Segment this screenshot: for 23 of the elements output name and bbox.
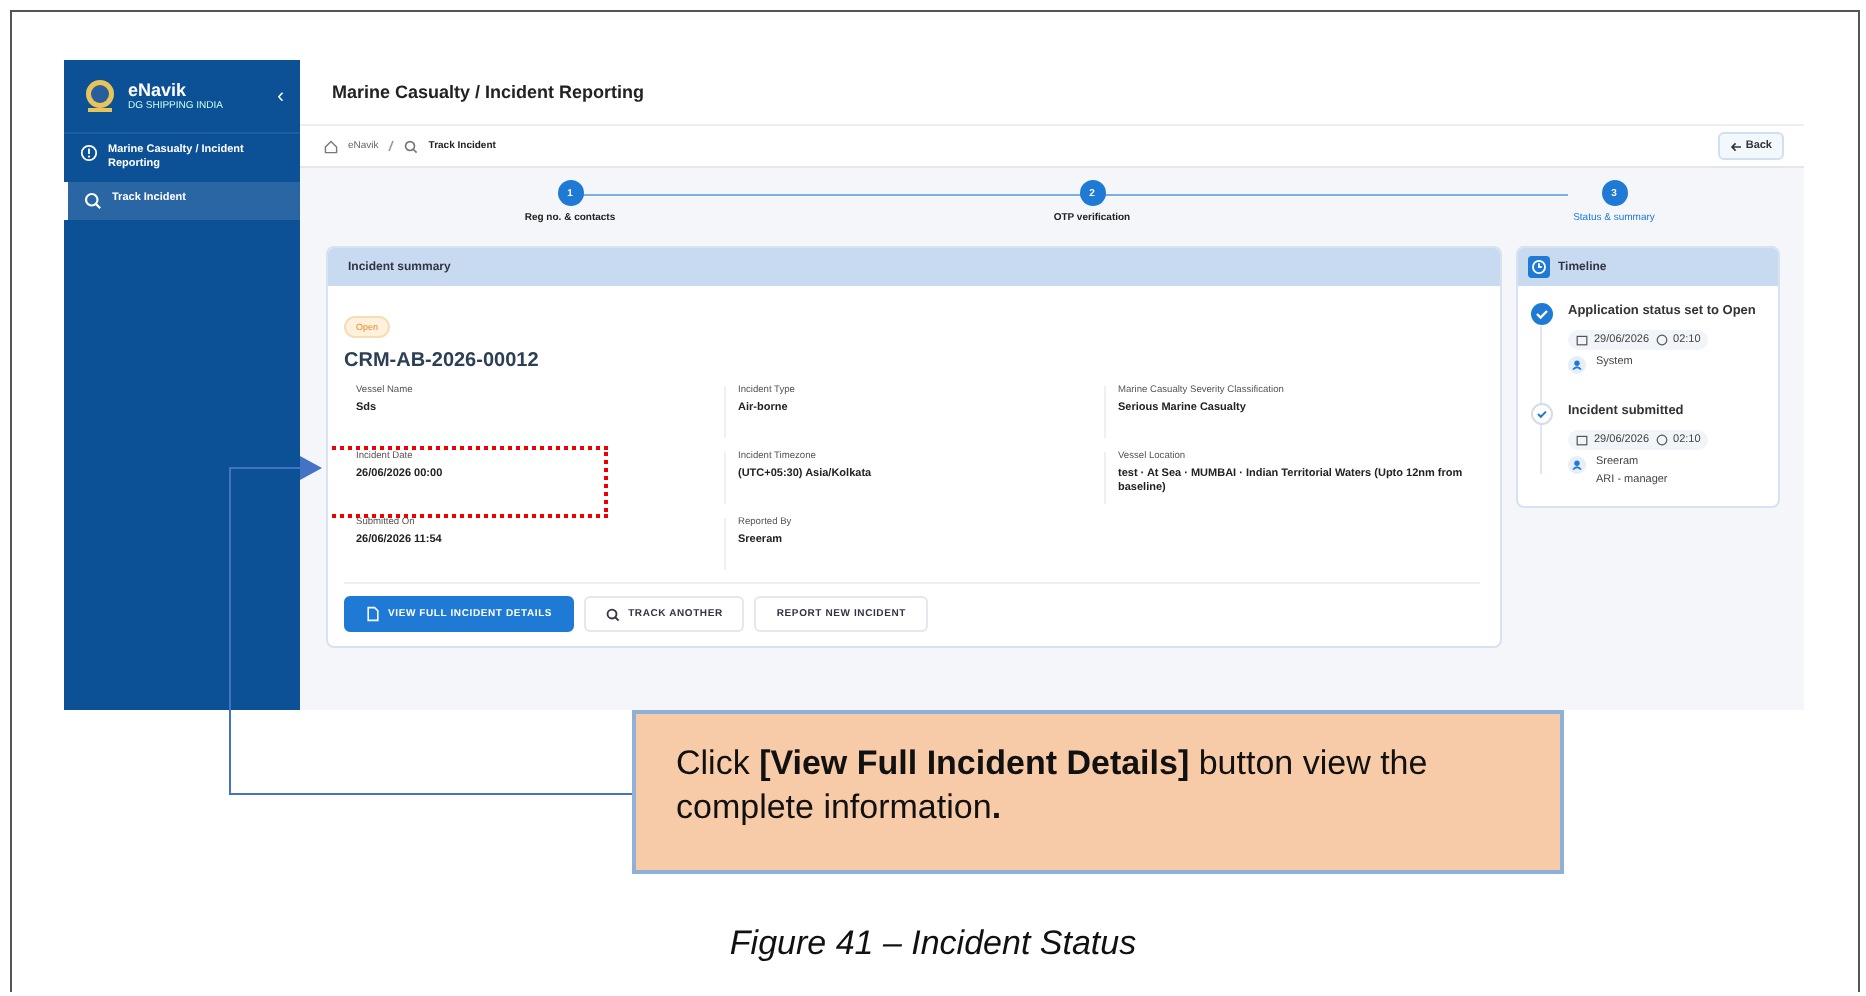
user-icon [1568, 356, 1586, 374]
arrow-icon [1729, 141, 1742, 151]
user-icon [1568, 456, 1586, 474]
brand-name: eNavik [128, 80, 189, 100]
figure-caption: Figure 41 – Incident Status [729, 924, 1137, 962]
clock-icon [1655, 434, 1668, 446]
document-icon [366, 606, 380, 622]
clock-icon [1528, 256, 1550, 278]
reference-number: CRM-AB-2026-00012 [344, 350, 541, 372]
calendar-icon [1576, 334, 1588, 346]
emblem-icon [84, 78, 116, 114]
check-icon [1530, 302, 1554, 326]
page-title: Marine Casualty / Incident Reporting [332, 82, 645, 102]
separator-icon [388, 140, 395, 152]
search-icon [84, 192, 102, 210]
search-icon [606, 607, 621, 621]
info-icon [80, 144, 98, 162]
search-icon [404, 139, 419, 153]
calendar-icon [1576, 434, 1588, 446]
clock-icon [1655, 334, 1668, 346]
callout-text: Click [View Full Incident Details] button view the complete information. [676, 744, 1428, 826]
home-icon [324, 139, 338, 153]
collapse-button[interactable]: ‹ [277, 85, 284, 107]
